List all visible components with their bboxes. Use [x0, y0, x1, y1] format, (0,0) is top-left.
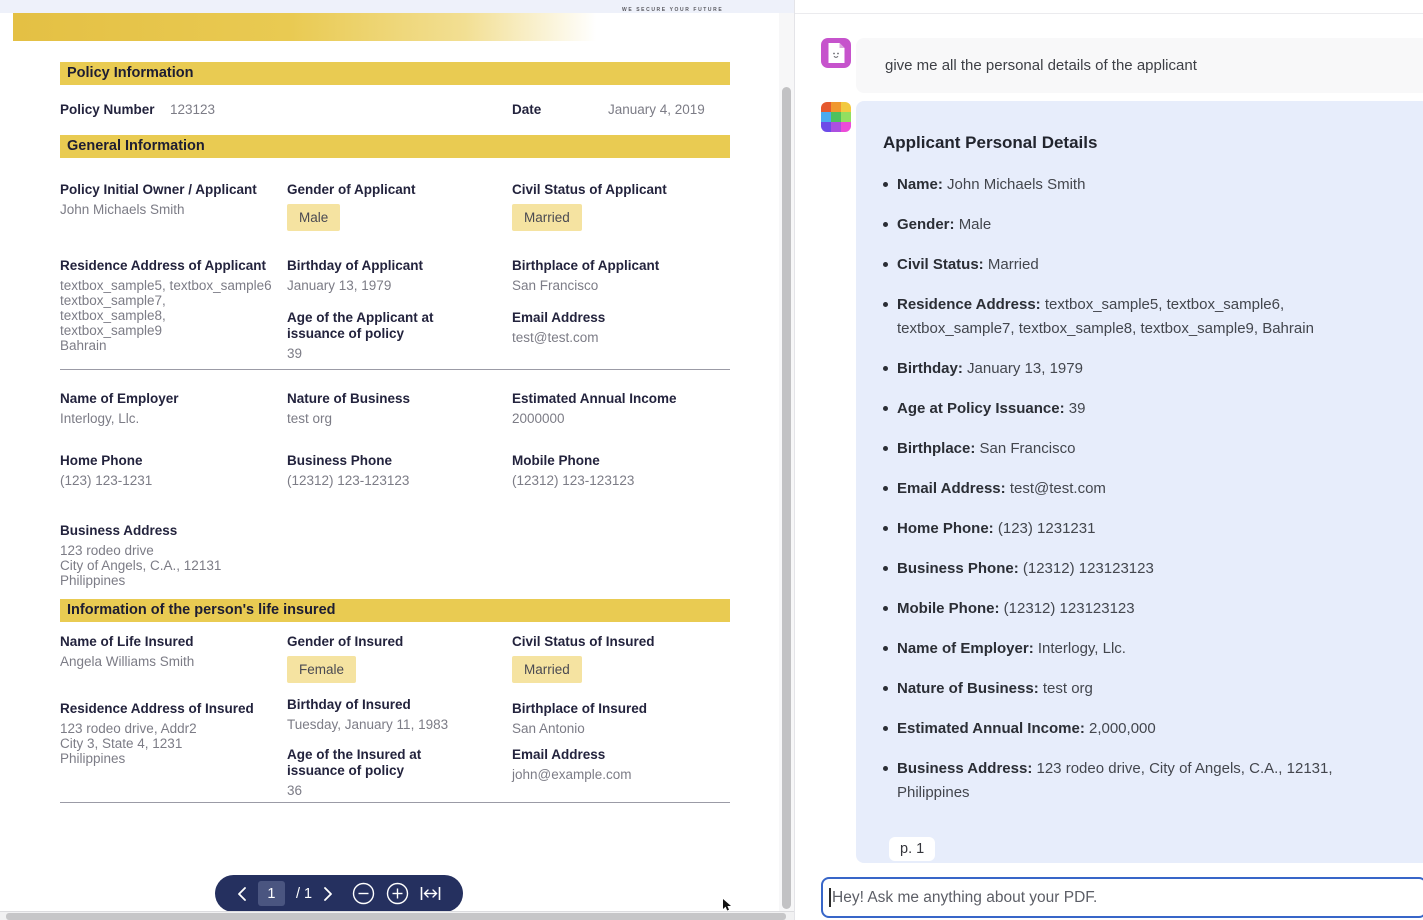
gender-insured-chip: Female: [287, 656, 356, 683]
assistant-message-bubble: Applicant Personal Details Name: John Mi…: [856, 101, 1423, 863]
list-item: Home Phone: (123) 1231231: [883, 517, 1399, 541]
field-residence-applicant: Residence Address of Applicant textbox_s…: [60, 258, 275, 353]
field-business-phone: Business Phone (12312) 123-123123: [287, 453, 497, 488]
field-gender-applicant: Gender of Applicant Male: [287, 182, 497, 231]
list-item: Name of Employer: Interlogy, Llc.: [883, 637, 1399, 661]
list-item: Nature of Business: test org: [883, 677, 1399, 701]
field-email-applicant: Email Address test@test.com: [512, 310, 722, 345]
list-item: Gender: Male: [883, 213, 1399, 237]
field-birthday-applicant: Birthday of Applicant January 13, 1979: [287, 258, 497, 293]
list-item: Birthday: January 13, 1979: [883, 357, 1399, 381]
color-cell: [841, 102, 851, 112]
list-item: Name: John Michaels Smith: [883, 173, 1399, 197]
answer-title: Applicant Personal Details: [883, 133, 1399, 153]
fit-width-button[interactable]: [420, 886, 441, 901]
field-birthplace-insured: Birthplace of Insured San Antonio: [512, 701, 722, 736]
assistant-avatar: [821, 102, 851, 132]
field-mobile-phone: Mobile Phone (12312) 123-123123: [512, 453, 722, 488]
company-banner: [13, 13, 742, 41]
fit-width-icon: [420, 886, 441, 901]
field-residence-insured: Residence Address of Insured 123 rodeo d…: [60, 701, 275, 766]
field-birthday-insured: Birthday of Insured Tuesday, January 11,…: [287, 697, 497, 732]
list-item: Civil Status: Married: [883, 253, 1399, 277]
color-cell: [821, 112, 831, 122]
chat-header: [795, 0, 1423, 14]
color-cell: [821, 122, 831, 132]
field-email-insured: Email Address john@example.com: [512, 747, 722, 782]
color-cell: [831, 112, 841, 122]
previous-page-button[interactable]: [237, 887, 247, 901]
color-cell: [841, 122, 851, 132]
page-total: / 1: [296, 886, 312, 902]
circle-plus-icon: [386, 882, 409, 905]
field-nature-business: Nature of Business test org: [287, 391, 497, 426]
date-label: Date: [512, 102, 541, 117]
chevron-left-icon: [237, 887, 247, 901]
zoom-out-button[interactable]: [352, 882, 375, 905]
pdf-toolbar: 1 / 1: [215, 875, 463, 912]
page-reference-chip[interactable]: p. 1: [889, 837, 935, 861]
user-message-text: give me all the personal details of the …: [885, 57, 1197, 74]
horizontal-scrollbar-track[interactable]: [0, 911, 794, 920]
pdf-viewer-panel: WE SECURE YOUR FUTURE Policy Information…: [0, 0, 794, 920]
divider: [60, 802, 730, 803]
color-cell: [841, 112, 851, 122]
company-motto: WE SECURE YOUR FUTURE: [622, 7, 723, 13]
horizontal-scrollbar-thumb[interactable]: [6, 913, 786, 920]
gender-chip: Male: [287, 204, 340, 231]
answer-list: Name: John Michaels Smith Gender: Male C…: [883, 173, 1399, 805]
policy-number-value: 123123: [170, 102, 215, 117]
field-age-insured: Age of the Insured at issuance of policy…: [287, 747, 439, 798]
mouse-cursor: [722, 899, 733, 912]
field-civil-applicant: Civil Status of Applicant Married: [512, 182, 722, 231]
policy-number-label: Policy Number: [60, 102, 155, 117]
field-birthplace-applicant: Birthplace of Applicant San Francisco: [512, 258, 722, 293]
chat-input[interactable]: [821, 877, 1423, 918]
list-item: Residence Address: textbox_sample5, text…: [883, 293, 1399, 341]
list-item: Age at Policy Issuance: 39: [883, 397, 1399, 421]
field-name-insured: Name of Life Insured Angela Williams Smi…: [60, 634, 280, 669]
next-page-button[interactable]: [323, 887, 333, 901]
field-business-address: Business Address 123 rodeo drive City of…: [60, 523, 300, 588]
color-cell: [821, 102, 831, 112]
list-item: Mobile Phone: (12312) 123123123: [883, 597, 1399, 621]
section-header-life-insured: Information of the person's life insured: [60, 599, 730, 622]
vertical-scrollbar-track[interactable]: [779, 13, 794, 912]
color-cell: [831, 102, 841, 112]
field-employer: Name of Employer Interlogy, Llc.: [60, 391, 275, 426]
list-item: Estimated Annual Income: 2,000,000: [883, 717, 1399, 741]
user-message-bubble: give me all the personal details of the …: [856, 38, 1423, 93]
list-item: Business Phone: (12312) 123123123: [883, 557, 1399, 581]
list-item: Business Address: 123 rodeo drive, City …: [883, 757, 1399, 805]
list-item: Email Address: test@test.com: [883, 477, 1399, 501]
zoom-in-button[interactable]: [386, 882, 409, 905]
chevron-right-icon: [323, 887, 333, 901]
field-owner: Policy Initial Owner / Applicant John Mi…: [60, 182, 280, 217]
date-value: January 4, 2019: [608, 102, 705, 117]
chat-panel: give me all the personal details of the …: [794, 0, 1423, 920]
section-header-policy-information: Policy Information: [60, 62, 730, 85]
text-caret: [829, 888, 831, 907]
field-age-applicant: Age of the Applicant at issuance of poli…: [287, 310, 494, 361]
page-number-input[interactable]: 1: [258, 881, 285, 906]
civil-insured-chip: Married: [512, 656, 582, 683]
list-item: Birthplace: San Francisco: [883, 437, 1399, 461]
field-home-phone: Home Phone (123) 123-1231: [60, 453, 275, 488]
document-face-icon: [827, 42, 846, 64]
user-avatar: [821, 38, 851, 68]
circle-minus-icon: [352, 882, 375, 905]
civil-status-chip: Married: [512, 204, 582, 231]
vertical-scrollbar-thumb[interactable]: [782, 87, 791, 909]
color-cell: [831, 122, 841, 132]
pdf-page: WE SECURE YOUR FUTURE Policy Information…: [0, 13, 779, 905]
field-civil-insured: Civil Status of Insured Married: [512, 634, 722, 683]
field-annual-income: Estimated Annual Income 2000000: [512, 391, 722, 426]
app: WE SECURE YOUR FUTURE Policy Information…: [0, 0, 1423, 920]
section-header-general-information: General Information: [60, 135, 730, 158]
divider: [60, 369, 730, 370]
field-gender-insured: Gender of Insured Female: [287, 634, 497, 683]
